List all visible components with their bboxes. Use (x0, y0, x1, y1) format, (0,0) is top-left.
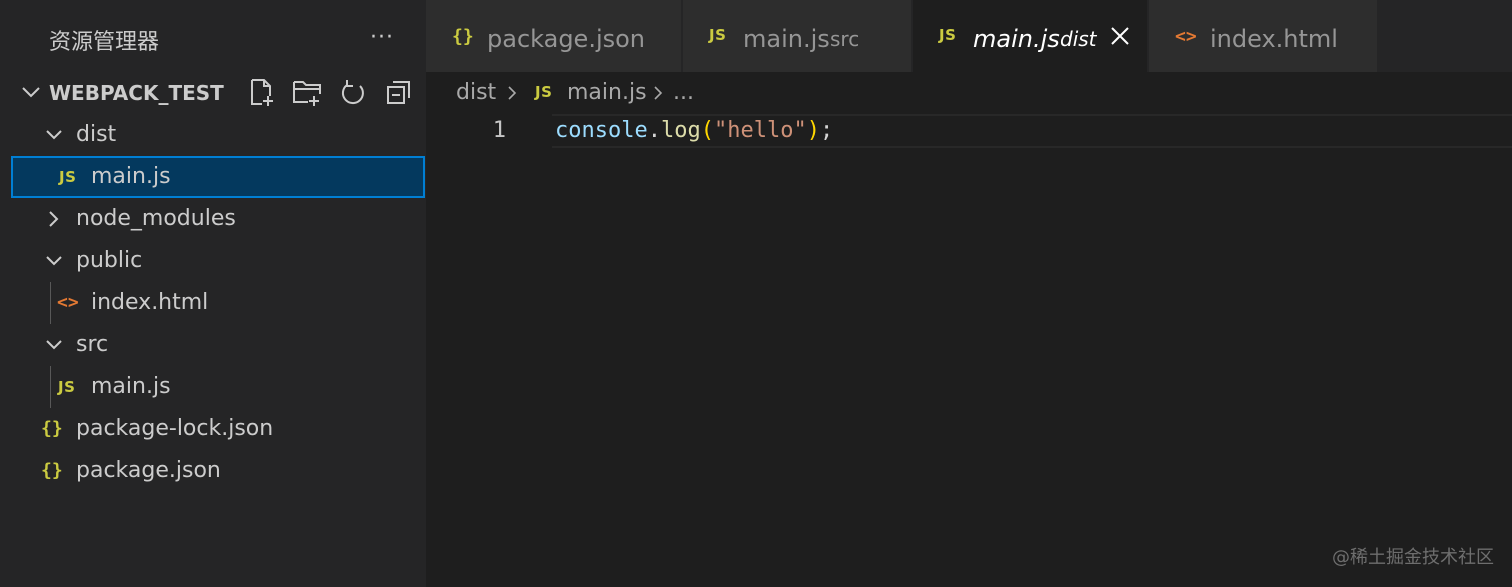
tab-description: dist (1060, 27, 1097, 51)
tree-file-src-main-js[interactable]: JS main.js (11, 366, 425, 408)
tab-label: package.json (487, 25, 646, 53)
tree-file-dist-main-js[interactable]: JS main.js (11, 156, 425, 198)
watermark: @稀土掘金技术社区 (1332, 547, 1494, 568)
html-file-icon: <> (57, 292, 79, 313)
code-token-semicolon: ; (819, 118, 834, 143)
tab-label: main.js (973, 25, 1060, 53)
tree-folder-public[interactable]: public (11, 240, 425, 282)
new-file-icon[interactable] (248, 76, 278, 108)
tree-file-package-json[interactable]: {} package.json (11, 450, 425, 492)
code-token-string: "hello" (713, 118, 807, 143)
tab-bar: {} package.json JS main.js src JS main.j… (426, 0, 1512, 72)
tree-folder-dist[interactable]: dist (11, 114, 425, 156)
code-token-rparen: ) (806, 118, 820, 143)
tree-item-label: package-lock.json (76, 416, 274, 441)
more-actions-icon[interactable]: ··· (366, 22, 398, 54)
chevron-right-icon (508, 86, 517, 100)
tree-item-label: src (76, 332, 109, 357)
tree-item-label: dist (76, 122, 117, 147)
breadcrumb-folder[interactable]: dist (456, 80, 496, 105)
tree-folder-src[interactable]: src (11, 324, 425, 366)
tree-file-package-lock-json[interactable]: {} package-lock.json (11, 408, 425, 450)
tree-item-label: index.html (91, 290, 209, 315)
chevron-right-icon (654, 86, 663, 100)
tab-main-js-src[interactable]: JS main.js src (683, 0, 912, 72)
chevron-down-icon (46, 340, 62, 350)
js-file-icon: JS (535, 83, 553, 101)
refresh-icon[interactable] (338, 76, 368, 108)
new-folder-icon[interactable] (292, 76, 322, 108)
code-token-function: log (660, 118, 701, 143)
workspace-section-header[interactable]: WEBPACK_TEST (0, 72, 426, 114)
tree-item-label: main.js (91, 374, 171, 399)
code-token-object: console (555, 118, 648, 143)
chevron-down-icon (46, 130, 62, 140)
tab-package-json[interactable]: {} package.json (426, 0, 682, 72)
code-line[interactable]: console.log("hello"); (555, 114, 833, 148)
tree-item-label: main.js (91, 164, 171, 189)
breadcrumb-file[interactable]: main.js (567, 80, 647, 105)
js-file-icon: JS (709, 26, 727, 44)
code-token-lparen: ( (700, 118, 714, 143)
line-number: 1 (492, 118, 506, 143)
tab-description: src (830, 27, 860, 51)
tab-label: main.js (743, 25, 830, 53)
explorer-header: 资源管理器 ··· (0, 0, 426, 78)
editor-area: {} package.json JS main.js src JS main.j… (426, 0, 1512, 587)
close-icon[interactable] (1110, 26, 1130, 46)
tree-folder-node-modules[interactable]: node_modules (11, 198, 425, 240)
workspace-name: WEBPACK_TEST (49, 81, 224, 105)
breadcrumb: dist JS main.js ... (426, 72, 1512, 114)
chevron-down-icon (46, 256, 62, 266)
tree-item-label: package.json (76, 458, 221, 483)
js-file-icon: JS (59, 168, 77, 186)
html-file-icon: <> (1175, 26, 1197, 47)
explorer-sidebar: 资源管理器 ··· WEBPACK_TEST dist JS main.js n… (0, 0, 426, 587)
js-file-icon: JS (58, 378, 76, 396)
chevron-right-icon (49, 211, 59, 227)
collapse-all-icon[interactable] (384, 76, 414, 108)
chevron-down-icon[interactable] (20, 81, 42, 103)
explorer-title: 资源管理器 (49, 30, 160, 55)
breadcrumb-more[interactable]: ... (673, 80, 694, 105)
tree-file-index-html[interactable]: <> index.html (11, 282, 425, 324)
tree-item-label: public (76, 248, 143, 273)
json-file-icon: {} (41, 418, 63, 439)
tab-main-js-dist[interactable]: JS main.js dist (913, 0, 1148, 72)
json-file-icon: {} (452, 26, 474, 47)
js-file-icon: JS (939, 26, 957, 44)
tab-index-html[interactable]: <> index.html (1149, 0, 1378, 72)
code-token-dot: . (647, 118, 661, 143)
json-file-icon: {} (41, 460, 63, 481)
tree-item-label: node_modules (76, 206, 236, 231)
tab-label: index.html (1210, 25, 1338, 53)
